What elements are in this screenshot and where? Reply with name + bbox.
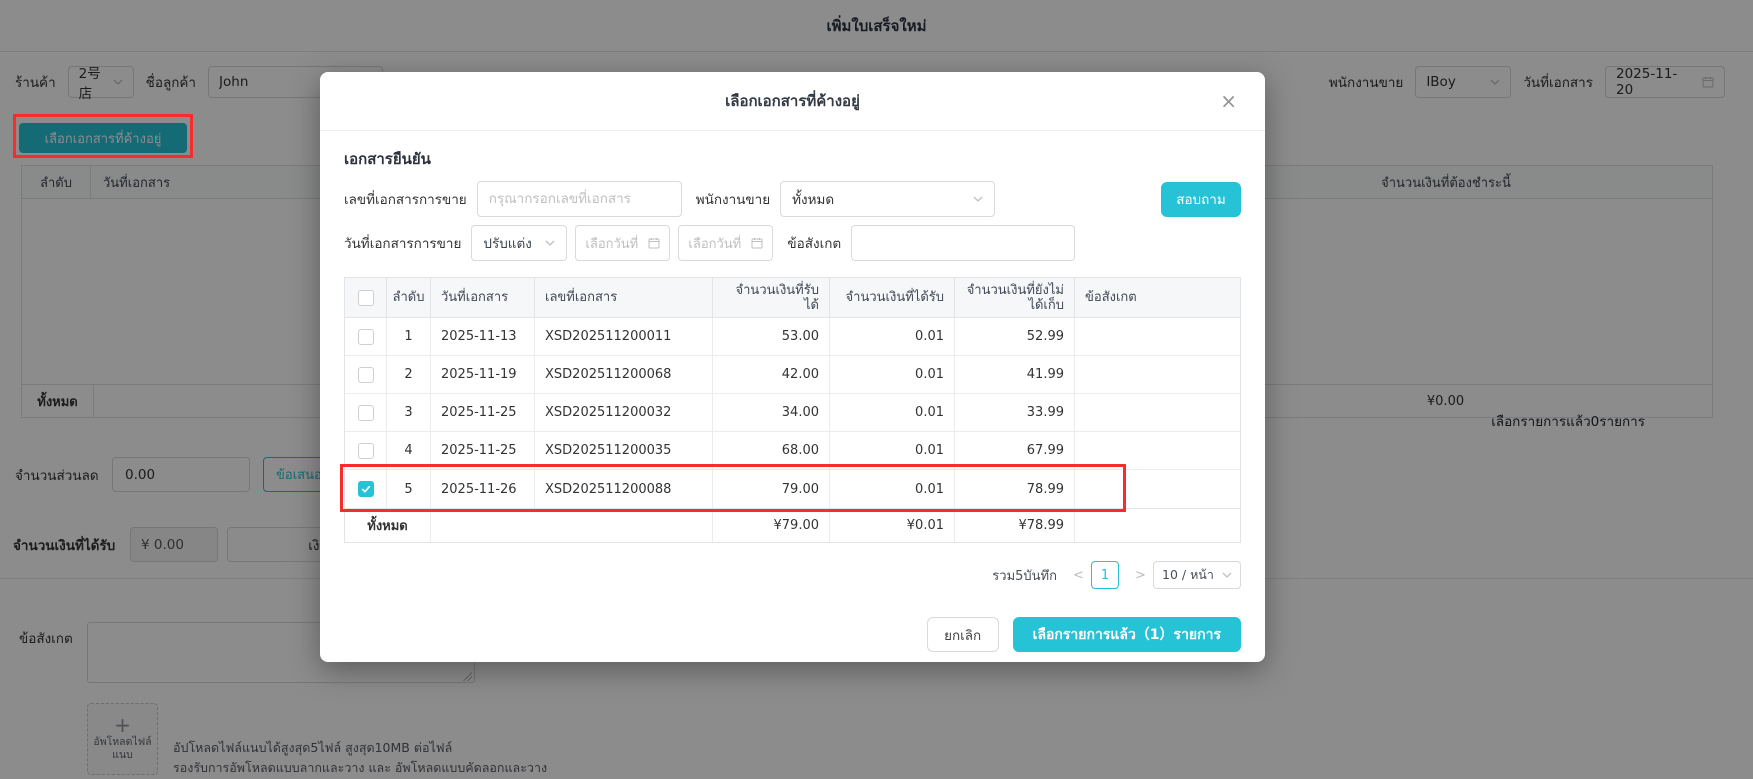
date-mode-select[interactable]: ปรับแต่ง bbox=[471, 225, 568, 261]
header-seq: ลำดับ bbox=[387, 278, 431, 317]
table-row: 1 2025-11-13 XSD202511200011 53.00 0.01 52.99 bbox=[345, 318, 1240, 356]
cell-remark bbox=[1075, 394, 1240, 431]
app-window: เพิ่มใบเสร็จใหม่ ร้านค้า 2号店 ชื่อลูกค้า … bbox=[0, 0, 1753, 779]
header-uncollected: จำนวนเงินที่ยังไม่ได้เก็บ bbox=[955, 278, 1075, 317]
cell-received: 0.01 bbox=[830, 432, 955, 469]
cell-received: 0.01 bbox=[830, 356, 955, 393]
cancel-button[interactable]: ยกเลิก bbox=[926, 617, 999, 652]
prev-page-icon[interactable]: < bbox=[1067, 567, 1084, 584]
cell-doc-no: XSD202511200035 bbox=[535, 432, 713, 469]
chevron-down-icon bbox=[545, 240, 555, 246]
cell-doc-no: XSD202511200032 bbox=[535, 394, 713, 431]
total-received: ¥0.01 bbox=[830, 509, 955, 542]
section-title: เอกสารยืนยัน bbox=[344, 150, 431, 168]
cell-doc-date: 2025-11-19 bbox=[431, 356, 535, 393]
calendar-icon bbox=[751, 237, 763, 249]
calendar-icon bbox=[648, 237, 660, 249]
cell-receivable: 53.00 bbox=[713, 318, 830, 355]
pagination: รวม5บันทึก < 1 > 10 / หน้า bbox=[344, 561, 1241, 589]
select-pending-docs-modal: เลือกเอกสารที่ค้างอยู่ × เอกสารยืนยัน เล… bbox=[320, 72, 1265, 662]
cell-remark bbox=[1075, 470, 1240, 508]
cell-received: 0.01 bbox=[830, 318, 955, 355]
cell-doc-no: XSD202511200068 bbox=[535, 356, 713, 393]
modal-table-body: 1 2025-11-13 XSD202511200011 53.00 0.01 52.99… bbox=[345, 318, 1240, 508]
row-checkbox[interactable] bbox=[357, 442, 374, 459]
cell-uncollected: 78.99 bbox=[955, 470, 1075, 508]
table-row: 4 2025-11-25 XSD202511200035 68.00 0.01 67.99 bbox=[345, 432, 1240, 470]
cell-doc-date: 2025-11-25 bbox=[431, 432, 535, 469]
filter-remark-label: ข้อสังเกต bbox=[787, 236, 842, 252]
header-remark: ข้อสังเกต bbox=[1085, 290, 1137, 305]
doc-no-input[interactable] bbox=[476, 181, 682, 217]
cell-remark bbox=[1075, 318, 1240, 355]
cell-uncollected: 67.99 bbox=[955, 432, 1075, 469]
cell-doc-date: 2025-11-26 bbox=[431, 470, 535, 508]
row-checkbox[interactable] bbox=[357, 366, 374, 383]
row-checkbox[interactable] bbox=[357, 328, 374, 345]
cell-receivable: 79.00 bbox=[713, 470, 830, 508]
total-uncollected: ¥78.99 bbox=[955, 509, 1075, 542]
pending-docs-table: ลำดับ วันที่เอกสาร เลขที่เอกสาร จำนวนเงิ… bbox=[344, 277, 1241, 543]
table-row: 2 2025-11-19 XSD202511200068 42.00 0.01 41.99 bbox=[345, 356, 1240, 394]
filter-salesperson-label: พนักงานขาย bbox=[695, 192, 771, 208]
header-doc-no: เลขที่เอกสาร bbox=[535, 278, 713, 317]
cell-doc-no: XSD202511200088 bbox=[535, 470, 713, 508]
header-receivable: จำนวนเงินที่รับได้ bbox=[713, 278, 830, 317]
doc-no-label: เลขที่เอกสารการขาย bbox=[344, 192, 467, 208]
pending-table-total-row: ทั้งหมด ¥79.00 ¥0.01 ¥78.99 bbox=[345, 508, 1240, 542]
cell-receivable: 34.00 bbox=[713, 394, 830, 431]
cell-received: 0.01 bbox=[830, 470, 955, 508]
chevron-down-icon bbox=[1222, 572, 1232, 578]
total-receivable: ¥79.00 bbox=[713, 509, 830, 542]
pending-table-header: ลำดับ วันที่เอกสาร เลขที่เอกสาร จำนวนเงิ… bbox=[345, 278, 1240, 318]
close-icon[interactable]: × bbox=[1214, 89, 1243, 113]
cell-uncollected: 52.99 bbox=[955, 318, 1075, 355]
cell-doc-date: 2025-11-25 bbox=[431, 394, 535, 431]
confirm-selection-button[interactable]: เลือกรายการแล้ว（1）รายการ bbox=[1012, 617, 1241, 652]
chevron-down-icon bbox=[973, 196, 983, 202]
cell-seq: 1 bbox=[387, 318, 431, 355]
row-checkbox[interactable] bbox=[357, 481, 374, 497]
cell-doc-no: XSD202511200011 bbox=[535, 318, 713, 355]
date-from-input[interactable]: เลือกวันที่ bbox=[575, 225, 671, 261]
cell-uncollected: 33.99 bbox=[955, 394, 1075, 431]
cell-seq: 4 bbox=[387, 432, 431, 469]
modal-title: เลือกเอกสารที่ค้างอยู่ bbox=[725, 92, 860, 110]
header-doc-date: วันที่เอกสาร bbox=[431, 278, 535, 317]
modal-total-label: ทั้งหมด bbox=[345, 509, 431, 542]
pagination-total-text: รวม5บันทึก bbox=[992, 568, 1057, 584]
cell-remark bbox=[1075, 356, 1240, 393]
cell-seq: 2 bbox=[387, 356, 431, 393]
table-row: 5 2025-11-26 XSD202511200088 79.00 0.01 78.99 bbox=[345, 470, 1240, 508]
header-received: จำนวนเงินที่ได้รับ bbox=[830, 278, 955, 317]
filter-remark-input[interactable] bbox=[851, 225, 1076, 261]
query-button[interactable]: สอบถาม bbox=[1161, 181, 1241, 217]
filter-date-label: วันที่เอกสารการขาย bbox=[344, 236, 462, 252]
cell-doc-date: 2025-11-13 bbox=[431, 318, 535, 355]
page-number-button[interactable]: 1 bbox=[1091, 561, 1119, 589]
table-row: 3 2025-11-25 XSD202511200032 34.00 0.01 33.99 bbox=[345, 394, 1240, 432]
cell-receivable: 42.00 bbox=[713, 356, 830, 393]
filter-row-1: เลขที่เอกสารการขาย พนักงานขาย ทั้งหมด สอ… bbox=[344, 181, 1241, 217]
filter-salesperson-select[interactable]: ทั้งหมด bbox=[780, 181, 996, 217]
page-size-select[interactable]: 10 / หน้า bbox=[1153, 561, 1241, 589]
cell-uncollected: 41.99 bbox=[955, 356, 1075, 393]
modal-body: เอกสารยืนยัน เลขที่เอกสารการขาย พนักงานข… bbox=[320, 131, 1265, 589]
select-all-checkbox[interactable] bbox=[357, 289, 374, 306]
cell-seq: 5 bbox=[387, 470, 431, 508]
cell-receivable: 68.00 bbox=[713, 432, 830, 469]
cell-received: 0.01 bbox=[830, 394, 955, 431]
modal-header: เลือกเอกสารที่ค้างอยู่ × bbox=[320, 72, 1265, 131]
row-checkbox[interactable] bbox=[357, 404, 374, 421]
cell-seq: 3 bbox=[387, 394, 431, 431]
cell-remark bbox=[1075, 432, 1240, 469]
filter-row-2: วันที่เอกสารการขาย ปรับแต่ง เลือกวันที่ … bbox=[344, 225, 1241, 261]
modal-footer: ยกเลิก เลือกรายการแล้ว（1）รายการ bbox=[926, 617, 1241, 652]
next-page-icon[interactable]: > bbox=[1129, 567, 1146, 584]
date-to-input[interactable]: เลือกวันที่ bbox=[678, 225, 774, 261]
